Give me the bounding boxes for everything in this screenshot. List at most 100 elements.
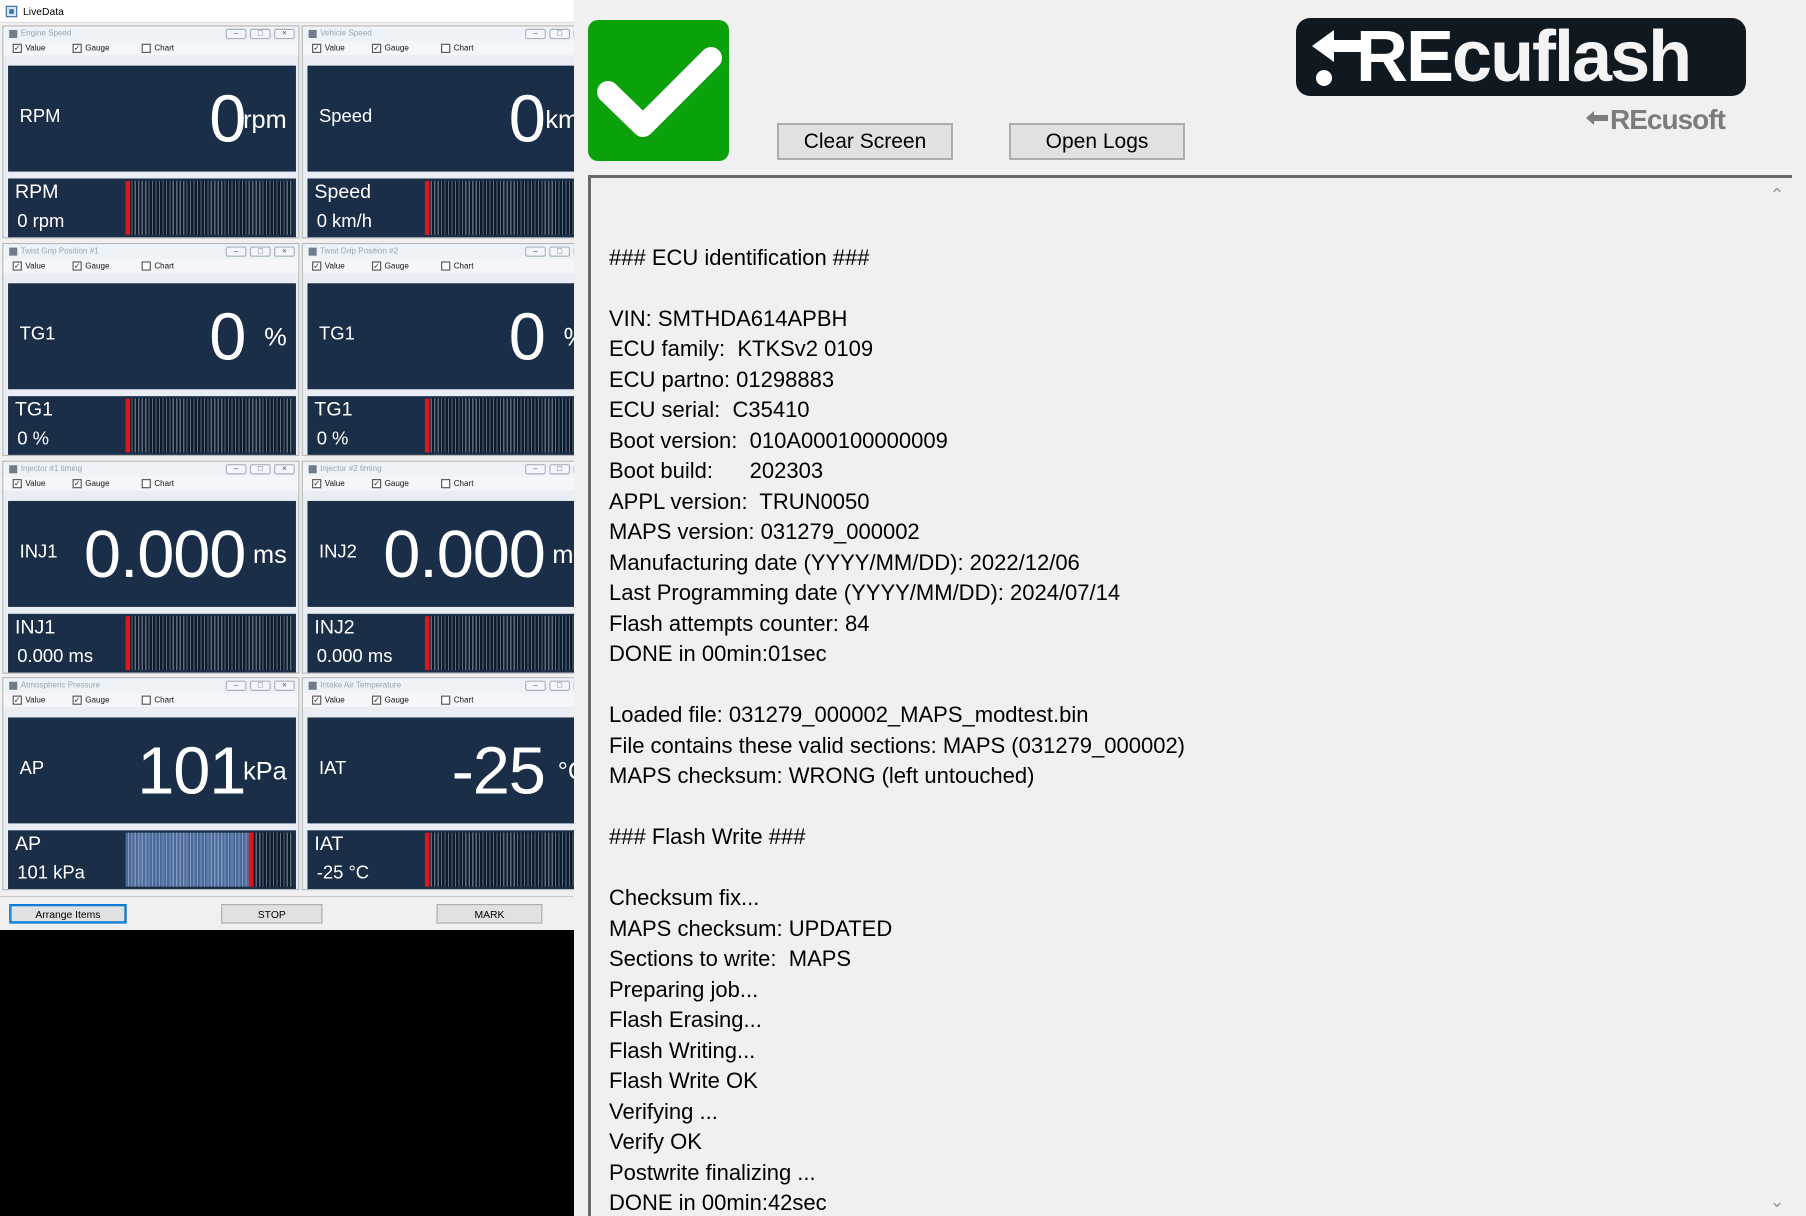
gauge-display: Speed 0 km/h — [307, 178, 574, 238]
minimize-icon[interactable]: – — [525, 680, 546, 691]
open-logs-button[interactable]: Open Logs — [1009, 123, 1185, 160]
log-line: Preparing job... — [609, 976, 759, 1002]
arrange-items-button[interactable]: Arrange Items — [9, 904, 127, 924]
value-checkbox[interactable]: ✓ Value — [12, 261, 73, 271]
gauge-marker — [424, 832, 430, 887]
maximize-icon[interactable]: □ — [549, 464, 571, 475]
chart-checkbox[interactable]: Chart — [141, 43, 174, 53]
value-checkbox[interactable]: ✓ Value — [312, 695, 372, 705]
log-line: Verify OK — [609, 1129, 702, 1154]
mark-button[interactable]: MARK — [436, 904, 543, 924]
close-icon[interactable]: × — [274, 464, 295, 475]
checked-icon: ✓ — [312, 261, 322, 271]
log-line: Flash Writing... — [609, 1037, 756, 1063]
value-display: Speed 0km/ — [307, 65, 574, 172]
value-number: 0 — [209, 299, 246, 375]
chart-checkbox[interactable]: Chart — [441, 261, 473, 271]
close-icon[interactable]: × — [274, 28, 295, 40]
clear-screen-button[interactable]: Clear Screen — [777, 123, 953, 160]
check-icon — [588, 20, 729, 161]
value-display: RPM 0 rpm — [8, 65, 296, 172]
log-line: MAPS checksum: WRONG (left untouched) — [609, 763, 1035, 788]
log-lines: ### ECU identification ### VIN: SMTHDA614… — [609, 212, 1185, 1216]
panel-injector-1: Injector #1 timing – □ × ✓ Value ✓ Gauge Chart IN… — [2, 460, 300, 674]
minimize-icon[interactable]: – — [525, 246, 546, 257]
gauge-checkbox[interactable]: ✓ Gauge — [371, 695, 441, 705]
panel-title: Intake Air Temperature — [320, 681, 402, 690]
log-line: ### ECU identification ### — [609, 244, 870, 270]
gauge-bar — [125, 616, 293, 671]
pin-icon[interactable] — [9, 247, 18, 256]
chart-checkbox[interactable]: Chart — [141, 479, 174, 489]
value-checkbox[interactable]: ✓ Value — [12, 695, 73, 705]
gauge-fill — [125, 832, 249, 887]
livedata-bottom-bar: Arrange Items STOP MARK — [0, 895, 574, 930]
scroll-up-icon[interactable]: ⌃ — [1762, 180, 1792, 210]
minimize-icon[interactable]: – — [525, 464, 546, 475]
chart-checkbox[interactable]: Chart — [441, 43, 473, 53]
pin-icon[interactable] — [9, 681, 18, 690]
gauge-checkbox[interactable]: ✓ Gauge — [371, 261, 441, 271]
value-checkbox[interactable]: ✓ Value — [312, 43, 372, 53]
value-display: TG1 0% — [8, 283, 296, 390]
gauge-checkbox[interactable]: ✓ Gauge — [72, 261, 142, 271]
maximize-icon[interactable]: □ — [249, 246, 271, 257]
maximize-icon[interactable]: □ — [249, 28, 271, 40]
minimize-icon[interactable]: – — [525, 28, 546, 40]
scroll-down-icon[interactable]: ⌄ — [1762, 1186, 1792, 1216]
checked-icon: ✓ — [72, 261, 82, 271]
panel-header: Injector #1 timing – □ × — [3, 461, 299, 477]
gauge-checkbox[interactable]: ✓ Gauge — [72, 479, 142, 489]
vertical-scrollbar[interactable]: ⌃ ⌄ — [1762, 178, 1792, 1216]
gauge-checkbox[interactable]: ✓ Gauge — [72, 43, 142, 53]
gauge-checkbox[interactable]: ✓ Gauge — [371, 479, 441, 489]
close-icon[interactable]: × — [274, 246, 295, 257]
log-console[interactable]: ### ECU identification ### VIN: SMTHDA614… — [588, 175, 1792, 1216]
value-checkbox[interactable]: ✓ Value — [12, 479, 73, 489]
gauge-checkbox[interactable]: ✓ Gauge — [72, 695, 142, 705]
value-label: Speed — [318, 107, 373, 127]
gauge-marker — [125, 398, 131, 453]
pin-icon[interactable] — [308, 681, 317, 690]
log-line: DONE in 00min:01sec — [609, 641, 827, 666]
logo-text-re: RE — [1356, 18, 1454, 96]
chart-checkbox[interactable]: Chart — [441, 479, 473, 489]
maximize-icon[interactable]: □ — [549, 28, 571, 40]
panel-title: Injector #1 timing — [20, 465, 83, 474]
checked-icon: ✓ — [72, 43, 82, 53]
minimize-icon[interactable]: – — [225, 28, 247, 40]
maximize-icon[interactable]: □ — [549, 680, 571, 691]
log-line: Loaded file: 031279_000002_MAPS_modtest.… — [609, 702, 1089, 727]
maximize-icon[interactable]: □ — [249, 464, 271, 475]
app-icon — [5, 5, 18, 17]
stop-button[interactable]: STOP — [221, 904, 323, 924]
pin-icon[interactable] — [308, 247, 317, 256]
chart-checkbox[interactable]: Chart — [441, 695, 473, 705]
value-checkbox[interactable]: ✓ Value — [312, 261, 372, 271]
value-label: IAT — [318, 758, 347, 779]
pin-icon[interactable] — [308, 29, 317, 39]
minimize-icon[interactable]: – — [225, 246, 247, 257]
maximize-icon[interactable]: □ — [549, 246, 571, 257]
pin-icon[interactable] — [308, 465, 317, 474]
pin-icon[interactable] — [9, 465, 18, 474]
gauge-value: 0.000 ms — [316, 647, 393, 667]
minimize-icon[interactable]: – — [225, 464, 247, 475]
gauge-value: 0 rpm — [17, 211, 65, 232]
maximize-icon[interactable]: □ — [249, 680, 271, 691]
pin-icon[interactable] — [9, 29, 18, 39]
value-checkbox[interactable]: ✓ Value — [312, 479, 372, 489]
value-display: IAT -25 °C — [307, 717, 574, 824]
close-icon[interactable]: × — [274, 680, 295, 691]
chart-checkbox[interactable]: Chart — [141, 261, 174, 271]
chart-checkbox[interactable]: Chart — [141, 695, 174, 705]
panel-header: Injector #2 timing–□× — [302, 461, 574, 477]
log-line: ECU serial: C35410 — [609, 397, 810, 422]
checked-icon: ✓ — [12, 479, 22, 489]
panel-title: Vehicle Speed — [320, 29, 372, 39]
gauge-bar — [424, 398, 574, 453]
gauge-checkbox[interactable]: ✓ Gauge — [371, 43, 441, 53]
minimize-icon[interactable]: – — [225, 680, 247, 691]
value-checkbox[interactable]: ✓ Value — [12, 43, 73, 53]
